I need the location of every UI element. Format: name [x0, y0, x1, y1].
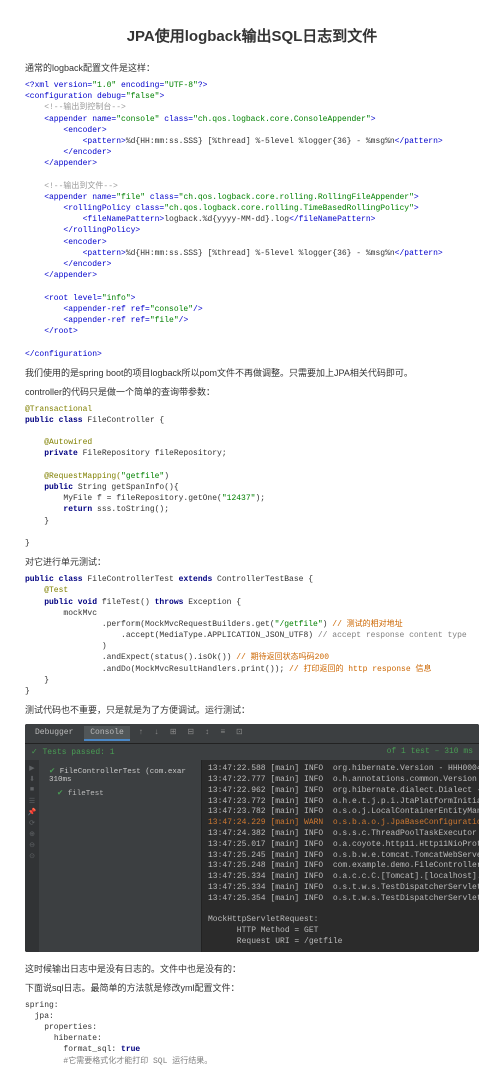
test-status-bar: ✓ Tests passed: 1 of 1 test – 310 ms [25, 744, 479, 760]
settings-icon[interactable]: ☰ [25, 797, 39, 808]
debug-icon[interactable]: ⬇ [25, 775, 39, 786]
intro-text: 通常的logback配置文件是这样： [25, 61, 479, 74]
page-title: JPA使用logback输出SQL日志到文件 [25, 25, 479, 46]
console-log-output: 13:47:22.588 [main] INFO org.hibernate.V… [202, 760, 479, 952]
paragraph-unittest: 对它进行单元测试： [25, 555, 479, 568]
logback-xml-config: <?xml version="1.0" encoding="UTF-8"?> <… [25, 80, 479, 360]
paragraph-nolog: 这时候输出日志中是没有日志的。文件中也是没有的： [25, 962, 479, 975]
pin-icon[interactable]: 📌 [25, 808, 39, 819]
tab-console[interactable]: Console [84, 726, 130, 741]
ide-console-panel: Debugger Console ↑ ↓ ⊞ ⊟ ↕ ≡ ⊡ ✓ Tests p… [25, 724, 479, 952]
test-tree[interactable]: ✔ FileControllerTest (com.exar 310ms ✔ f… [39, 760, 202, 952]
tests-passed-label: ✓ Tests passed: 1 [31, 747, 115, 757]
paragraph-pom: 我们使用的是spring boot的项目logback所以pom文件不再做调整。… [25, 366, 479, 379]
console-toolbar-icons[interactable]: ↑ ↓ ⊞ ⊟ ↕ ≡ ⊡ [139, 727, 246, 737]
test-class-node[interactable]: ✔ FileControllerTest (com.exar 310ms [41, 764, 199, 786]
tab-debugger[interactable]: Debugger [29, 726, 79, 739]
yml-config-code: spring: jpa: properties: hibernate: form… [25, 1000, 479, 1067]
paragraph-sqllog: 下面说sql日志。最简单的方法就是修改yml配置文件： [25, 981, 479, 994]
run-icon[interactable]: ▶ [25, 764, 39, 775]
paragraph-controller: controller的代码只是做一个简单的查询带参数： [25, 385, 479, 398]
ide-gutter-icons[interactable]: ▶ ⬇ ■ ☰ 📌 ⟳⊕⊖⊙ [25, 760, 39, 952]
test-java-code: public class FileControllerTest extends … [25, 574, 479, 697]
controller-java-code: @Transactional public class FileControll… [25, 404, 479, 549]
tests-count-label: of 1 test – 310 ms [387, 747, 473, 757]
test-method-node[interactable]: ✔ fileTest [41, 786, 199, 800]
stop-icon[interactable]: ■ [25, 786, 39, 797]
paragraph-runtest: 测试代码也不重要，只是就是为了方便调试。运行测试： [25, 703, 479, 716]
ide-tab-bar: Debugger Console ↑ ↓ ⊞ ⊟ ↕ ≡ ⊡ [25, 724, 479, 744]
